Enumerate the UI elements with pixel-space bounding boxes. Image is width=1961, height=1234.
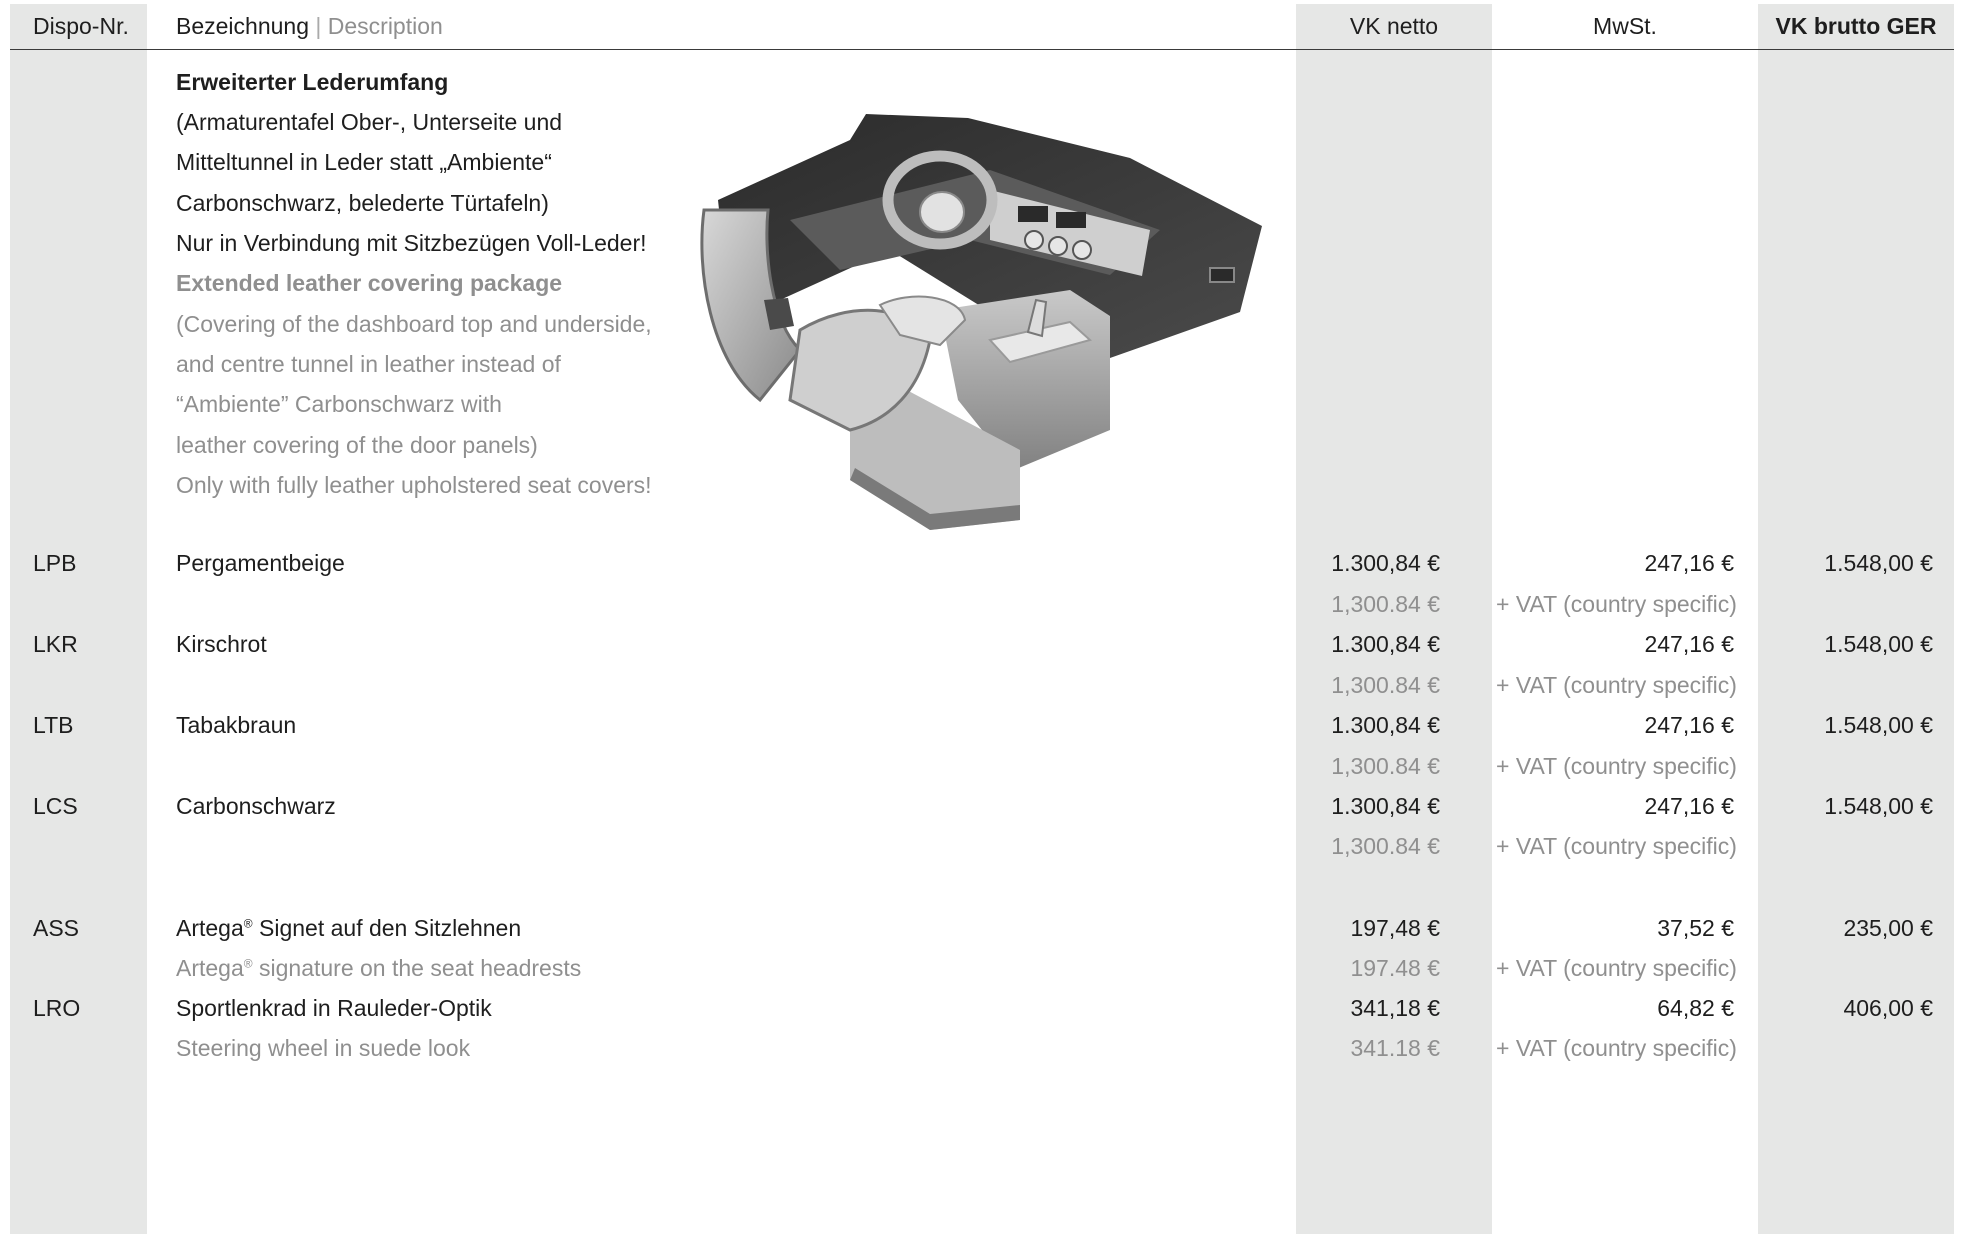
- item-code: ASS: [33, 915, 80, 941]
- item-name-brand: Artega: [176, 915, 244, 941]
- item-vk-brutto: 235,00 €: [1843, 915, 1933, 941]
- car-interior-illustration: [700, 114, 1262, 530]
- item-vk-brutto: 406,00 €: [1843, 995, 1933, 1021]
- item-vk-brutto: 1.548,00 €: [1824, 712, 1933, 738]
- item-name-de: Pergamentbeige: [176, 550, 345, 576]
- item-code: LKR: [33, 631, 78, 657]
- header-vk-brutto: VK brutto GER: [1775, 13, 1937, 39]
- item-vk-netto: 1.300,84 €: [1331, 712, 1440, 738]
- item-code: LCS: [33, 793, 78, 819]
- item-vat-en: + VAT (country specific): [1496, 833, 1737, 859]
- item-mwst: 37,52 €: [1657, 915, 1734, 941]
- item-name-de: Artega® Signet auf den Sitzlehnen: [176, 913, 521, 943]
- item-name-en: Artega® signature on the seat headrests: [176, 953, 581, 983]
- item-netto-en: 1,300.84 €: [1331, 591, 1440, 617]
- vk-brutto-column-shade: [1758, 4, 1954, 1234]
- registered-mark: ®: [243, 916, 253, 931]
- item-vat-en: + VAT (country specific): [1496, 672, 1737, 698]
- intro-title-en: Extended leather covering package: [176, 270, 563, 296]
- header-bezeichnung-label: Bezeichnung: [176, 13, 309, 39]
- item-vat-en: + VAT (country specific): [1496, 753, 1737, 779]
- item-name-de: Carbonschwarz: [176, 793, 336, 819]
- item-mwst: 247,16 €: [1644, 712, 1734, 738]
- header-mwst: MwSt.: [1593, 13, 1657, 39]
- item-vat-en: + VAT (country specific): [1496, 1035, 1737, 1061]
- intro-title-de: Erweiterter Lederumfang: [176, 69, 449, 95]
- item-name-en-brand: Artega: [176, 955, 244, 981]
- header-vk-netto: VK netto: [1349, 13, 1439, 39]
- intro-line-en: leather covering of the door panels): [176, 432, 538, 458]
- item-name-rest: Signet auf den Sitzlehnen: [252, 915, 522, 941]
- item-vk-brutto: 1.548,00 €: [1824, 631, 1933, 657]
- item-vk-netto: 1.300,84 €: [1331, 550, 1440, 576]
- item-vat-en: + VAT (country specific): [1496, 955, 1737, 981]
- item-vk-brutto: 1.548,00 €: [1824, 793, 1933, 819]
- intro-line-en: (Covering of the dashboard top and under…: [176, 311, 652, 337]
- item-code: LTB: [33, 712, 74, 738]
- header-bezeichnung: Bezeichnung | Description: [176, 11, 443, 41]
- item-netto-en: 1,300.84 €: [1331, 833, 1440, 859]
- item-name-de: Kirschrot: [176, 631, 267, 657]
- item-code: LPB: [33, 550, 77, 576]
- intro-line-de: Carbonschwarz, belederte Türtafeln): [176, 190, 549, 216]
- item-vk-netto: 1.300,84 €: [1331, 793, 1440, 819]
- item-netto-en: 1,300.84 €: [1331, 753, 1440, 779]
- intro-line-en: Only with fully leather upholstered seat…: [176, 472, 652, 498]
- item-vk-netto: 1.300,84 €: [1331, 631, 1440, 657]
- item-name-en-rest: signature on the seat headrests: [252, 955, 582, 981]
- dispo-column-shade: [10, 4, 147, 1234]
- item-vk-netto: 341,18 €: [1350, 995, 1440, 1021]
- item-name-en: Steering wheel in suede look: [176, 1035, 471, 1061]
- item-netto-en: 341.18 €: [1350, 1035, 1440, 1061]
- intro-line-de: Nur in Verbindung mit Sitzbezügen Voll-L…: [176, 230, 647, 256]
- intro-line-de: Mitteltunnel in Leder statt „Ambiente“: [176, 149, 552, 175]
- intro-line-en: “Ambiente” Carbonschwarz with: [176, 391, 502, 417]
- header-divider: [10, 49, 1954, 50]
- item-mwst: 247,16 €: [1644, 550, 1734, 576]
- item-mwst: 247,16 €: [1644, 793, 1734, 819]
- item-vk-netto: 197,48 €: [1350, 915, 1440, 941]
- item-name-de: Sportlenkrad in Rauleder-Optik: [176, 995, 492, 1021]
- item-vk-brutto: 1.548,00 €: [1824, 550, 1933, 576]
- item-code: LRO: [33, 995, 81, 1021]
- item-mwst: 64,82 €: [1657, 995, 1734, 1021]
- intro-line-en: and centre tunnel in leather instead of: [176, 351, 561, 377]
- header-separator: |: [315, 13, 322, 39]
- header-dispo: Dispo-Nr.: [33, 13, 129, 39]
- item-vat-en: + VAT (country specific): [1496, 591, 1737, 617]
- item-name-de: Tabakbraun: [176, 712, 297, 738]
- intro-line-de: (Armaturentafel Ober-, Unterseite und: [176, 109, 563, 135]
- item-netto-en: 197.48 €: [1350, 955, 1440, 981]
- item-netto-en: 1,300.84 €: [1331, 672, 1440, 698]
- registered-mark: ®: [243, 956, 253, 971]
- header-description-label: Description: [327, 13, 443, 39]
- item-mwst: 247,16 €: [1644, 631, 1734, 657]
